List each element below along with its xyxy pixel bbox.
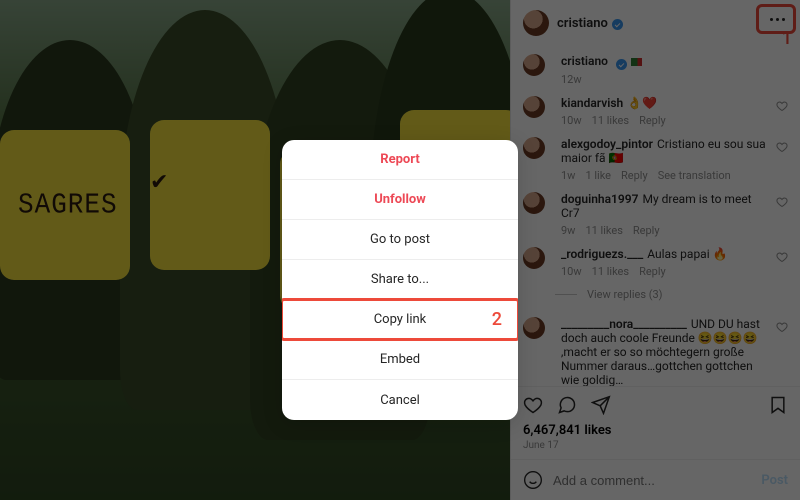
annotation-label-2: 2: [492, 309, 502, 330]
menu-copy-link[interactable]: Copy link 2: [282, 300, 518, 340]
menu-cancel[interactable]: Cancel: [282, 380, 518, 420]
menu-share-to[interactable]: Share to...: [282, 260, 518, 300]
menu-unfollow[interactable]: Unfollow: [282, 180, 518, 220]
menu-embed[interactable]: Embed: [282, 340, 518, 380]
options-modal: Report Unfollow Go to post Share to... C…: [282, 140, 518, 420]
menu-report[interactable]: Report: [282, 140, 518, 180]
menu-go-to-post[interactable]: Go to post: [282, 220, 518, 260]
